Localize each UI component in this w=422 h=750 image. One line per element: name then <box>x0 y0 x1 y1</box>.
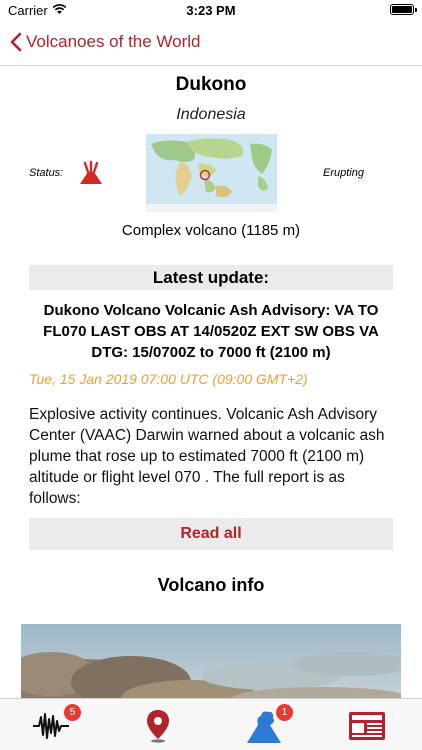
status-value: Erupting <box>323 167 364 179</box>
world-location-map[interactable] <box>146 134 277 212</box>
status-label: Status: <box>29 167 64 179</box>
tab-volcanoes[interactable]: 1 <box>232 699 293 750</box>
update-date: Tue, 15 Jan 2019 07:00 UTC (09:00 GMT+2) <box>29 371 308 387</box>
newspaper-icon <box>349 712 385 740</box>
tab-bar: 5 1 <box>0 698 422 750</box>
chevron-left-icon <box>10 32 22 52</box>
update-headline: Dukono Volcano Volcanic Ash Advisory: VA… <box>43 302 379 361</box>
update-summary: Explosive activity continues. Volcanic A… <box>29 406 385 507</box>
status-bar: Carrier 3:23 PM <box>0 0 422 22</box>
navigation-bar: Volcanoes of the World <box>0 22 422 66</box>
read-all-button[interactable]: Read all <box>29 518 393 550</box>
volcanoes-badge: 1 <box>276 704 293 721</box>
back-label: Volcanoes of the World <box>26 32 201 51</box>
back-button[interactable]: Volcanoes of the World <box>10 32 201 52</box>
volcano-type: Complex volcano (1185 m) <box>121 222 301 239</box>
erupting-volcano-icon <box>78 160 104 191</box>
tab-earthquakes[interactable]: 5 <box>24 699 84 750</box>
volcano-name: Dukono <box>175 74 247 95</box>
tab-news[interactable] <box>338 699 398 750</box>
battery-icon <box>390 4 417 15</box>
volcano-country: Indonesia <box>176 106 246 123</box>
volcano-detail[interactable]: Dukono Indonesia Status: Erupting Comple… <box>0 66 422 698</box>
volcano-photo[interactable] <box>21 624 401 698</box>
earthquakes-badge: 5 <box>64 704 81 721</box>
clock: 3:23 PM <box>186 3 236 18</box>
latest-update-heading: Latest update: <box>29 265 393 290</box>
tab-map[interactable] <box>128 699 188 750</box>
map-pin-icon <box>147 710 169 743</box>
volcano-info-heading: Volcano info <box>157 575 265 595</box>
